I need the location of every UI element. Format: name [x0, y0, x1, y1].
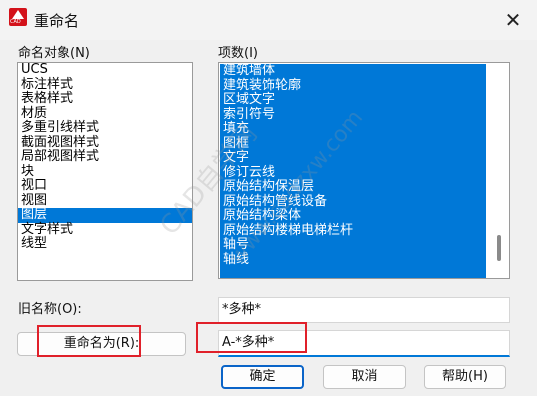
named-object-item[interactable]: 视口 — [18, 178, 192, 194]
named-object-item[interactable]: 截面视图样式 — [18, 135, 192, 151]
title-bar: CAD 重命名 ✕ — [0, 0, 537, 40]
help-button[interactable]: 帮助(H) — [424, 365, 506, 389]
rename-field-highlight-box — [196, 322, 307, 353]
items-label: 项数(I) — [218, 46, 258, 61]
old-name-field: *多种* — [218, 297, 510, 323]
dialog-title: 重命名 — [34, 12, 80, 30]
named-object-item[interactable]: 局部视图样式 — [18, 149, 192, 165]
named-object-item[interactable]: 标注样式 — [18, 77, 192, 93]
item-entry[interactable]: 区域文字 — [220, 92, 353, 108]
cancel-button[interactable]: 取消 — [323, 365, 406, 389]
items-scrollbar-thumb[interactable] — [497, 235, 501, 261]
item-entry[interactable]: 建筑墙体 — [220, 63, 353, 79]
named-objects-list[interactable]: UCS 标注样式 表格样式 材质 多重引线样式 截面视图样式 局部视图样式块视口 视图 图层 文字… — [17, 62, 193, 281]
old-name-label: 旧名称(O): — [18, 302, 82, 317]
close-icon[interactable]: ✕ — [498, 6, 528, 34]
item-entry[interactable]: 建筑装饰轮廓 — [220, 78, 353, 94]
named-object-item[interactable]: 材质 — [18, 106, 192, 122]
named-object-item[interactable]: 线型 — [18, 236, 192, 252]
autocad-app-icon: CAD — [9, 8, 27, 26]
named-objects-label: 命名对象(N) — [18, 46, 90, 61]
rename-button-highlight-box — [37, 325, 141, 357]
named-object-item[interactable]: 多重引线样式 — [18, 120, 192, 136]
named-object-item[interactable]: UCS — [18, 63, 192, 78]
named-object-item[interactable]: 表格样式 — [18, 91, 192, 107]
named-object-item[interactable]: 块 — [18, 164, 192, 180]
ok-button[interactable]: 确定 — [221, 365, 304, 389]
